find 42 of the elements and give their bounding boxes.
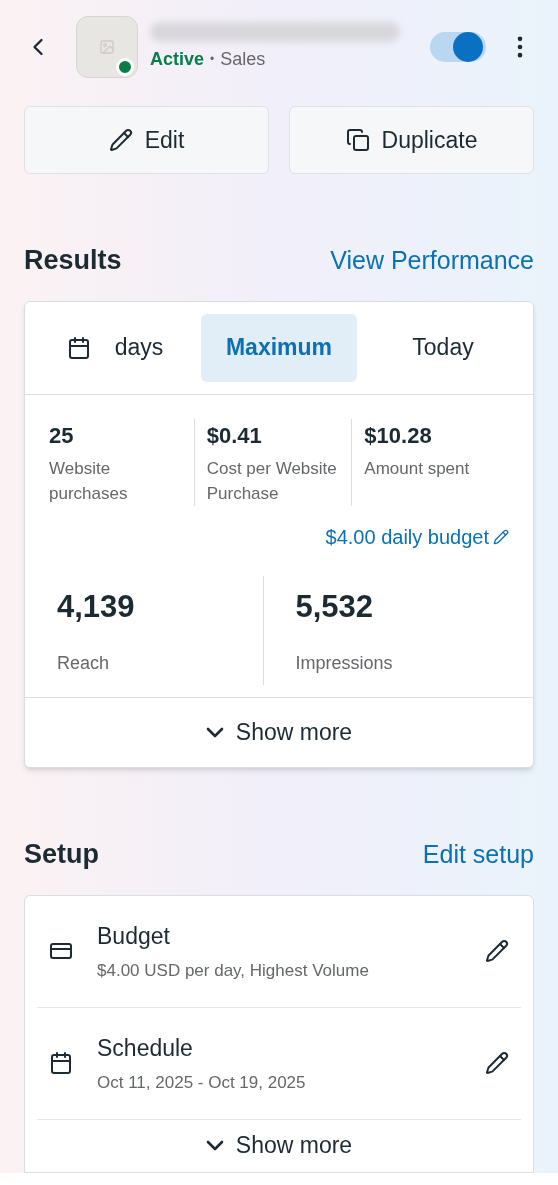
total-label: Reach xyxy=(57,652,111,675)
section-title: Results xyxy=(24,244,122,277)
metric-value: 25 xyxy=(49,421,75,450)
pencil-icon xyxy=(108,128,133,152)
edit-button[interactable]: Edit xyxy=(24,106,269,174)
total-label: Impressions xyxy=(295,652,394,675)
image-icon xyxy=(99,39,115,55)
show-more-button[interactable]: Show more xyxy=(25,697,533,767)
calendar-icon xyxy=(66,335,91,360)
total-value: 4,139 xyxy=(57,587,136,626)
setup-row[interactable]: Schedule Oct 11, 2025 - Oct 19, 2025 xyxy=(37,1007,521,1120)
setup-row-detail: $4.00 USD per day, Highest Volume xyxy=(97,959,370,982)
range-tab[interactable]: Today xyxy=(365,313,521,382)
section-title: Setup xyxy=(24,838,99,871)
pencil-icon[interactable] xyxy=(485,1051,509,1075)
view-performance-link[interactable]: View Performance xyxy=(330,241,534,279)
show-more-button[interactable]: Show more xyxy=(37,1119,521,1172)
calendar-icon xyxy=(49,1051,73,1075)
separator: • xyxy=(210,51,215,68)
status-label: Active xyxy=(150,47,205,71)
chevron-down-icon xyxy=(205,727,224,738)
metric-label: Cost per Website Purchase xyxy=(206,457,338,505)
setup-row[interactable]: Budget $4.00 USD per day, Highest Volume xyxy=(37,895,521,1008)
range-tab[interactable]: days xyxy=(37,313,193,382)
toggle-switch[interactable] xyxy=(430,32,486,62)
setup-row-detail: Oct 11, 2025 - Oct 19, 2025 xyxy=(97,1071,307,1094)
pencil-icon[interactable] xyxy=(485,939,509,963)
chevron-down-icon xyxy=(205,1140,224,1151)
metric-label: Amount spent xyxy=(364,457,471,480)
setup-row-title: Budget xyxy=(97,922,171,951)
metric-value: $10.28 xyxy=(364,421,433,450)
metric-label: Website purchases xyxy=(49,457,129,505)
edit-setup-link[interactable]: Edit setup xyxy=(422,835,534,873)
pencil-icon xyxy=(493,528,509,545)
setup-row-title: Schedule xyxy=(97,1034,194,1063)
daily-budget-link[interactable]: $4.00 daily budget xyxy=(325,521,509,552)
duplicate-button[interactable]: Duplicate xyxy=(289,106,534,174)
total-value: 5,532 xyxy=(295,587,375,626)
range-tab[interactable]: Maximum xyxy=(201,313,357,382)
objective-label: Sales xyxy=(220,47,266,71)
metric-value: $0.41 xyxy=(206,421,263,450)
copy-icon xyxy=(345,128,370,152)
